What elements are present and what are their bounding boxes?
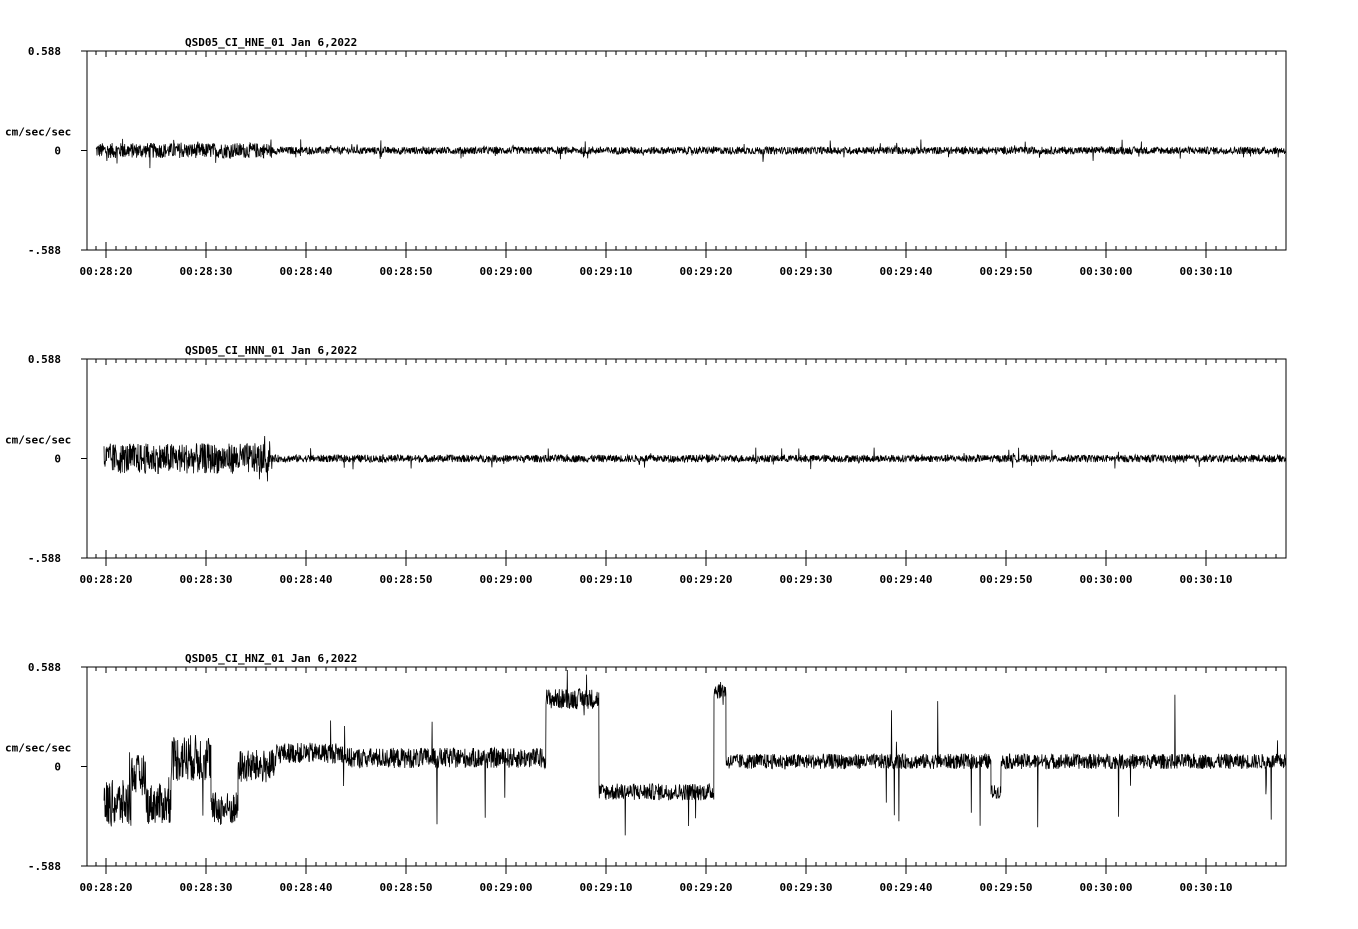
x-tick-label: 00:30:00 — [1080, 881, 1133, 894]
x-tick-label: 00:29:00 — [480, 573, 533, 586]
x-tick-label: 00:28:30 — [180, 265, 233, 278]
x-tick-label: 00:29:10 — [580, 573, 633, 586]
seismogram-panel-1: QSD05_CI_HNE_01 Jan 6,2022 cm/sec/sec 0.58… — [5, 36, 1287, 278]
waveform-trace — [103, 669, 1287, 836]
y-tick-label: 0 — [54, 145, 61, 158]
x-tick-label: 00:29:20 — [680, 265, 733, 278]
x-tick-label: 00:29:40 — [880, 881, 933, 894]
y-tick-label: 0.588 — [28, 45, 61, 58]
channel-title: QSD05_CI_HNN_01 Jan 6,2022 — [185, 344, 357, 357]
seismogram-panel-2: QSD05_CI_HNN_01 Jan 6,2022 cm/sec/sec 0.58… — [5, 344, 1287, 586]
x-tick-label: 00:28:50 — [380, 881, 433, 894]
x-tick-label: 00:28:40 — [280, 573, 333, 586]
x-tick-label: 00:28:20 — [80, 881, 133, 894]
x-tick-label: 00:28:30 — [180, 881, 233, 894]
x-tick-label: 00:29:30 — [780, 265, 833, 278]
x-tick-label: 00:29:00 — [480, 265, 533, 278]
x-tick-label: 00:28:20 — [80, 573, 133, 586]
x-tick-label: 00:28:40 — [280, 881, 333, 894]
x-tick-label: 00:30:00 — [1080, 265, 1133, 278]
x-tick-label: 00:29:40 — [880, 265, 933, 278]
x-tick-label: 00:29:30 — [780, 573, 833, 586]
y-axis-label: cm/sec/sec — [5, 126, 71, 139]
x-tick-label: 00:29:50 — [980, 881, 1033, 894]
x-tick-label: 00:29:40 — [880, 573, 933, 586]
x-tick-label: 00:30:10 — [1180, 881, 1233, 894]
x-tick-label: 00:29:50 — [980, 265, 1033, 278]
seismogram-panel-3: QSD05_CI_HNZ_01 Jan 6,2022 cm/sec/sec 0.58… — [5, 652, 1287, 894]
x-tick-label: 00:29:50 — [980, 573, 1033, 586]
y-axis-label: cm/sec/sec — [5, 434, 71, 447]
y-tick-label: 0.588 — [28, 353, 61, 366]
x-tick-label: 00:30:00 — [1080, 573, 1133, 586]
x-tick-label: 00:30:10 — [1180, 573, 1233, 586]
y-tick-label: -.588 — [28, 552, 61, 565]
x-tick-label: 00:28:30 — [180, 573, 233, 586]
x-tick-label: 00:29:10 — [580, 265, 633, 278]
x-tick-label: 00:29:20 — [680, 573, 733, 586]
x-tick-label: 00:29:20 — [680, 881, 733, 894]
y-tick-label: 0 — [54, 453, 61, 466]
waveform-trace — [103, 435, 1287, 482]
x-tick-label: 00:29:30 — [780, 881, 833, 894]
x-tick-label: 00:30:10 — [1180, 265, 1233, 278]
seismogram-canvas: QSD05_CI_HNE_01 Jan 6,2022 cm/sec/sec 0.58… — [5, 36, 1287, 894]
y-axis-label: cm/sec/sec — [5, 742, 71, 755]
y-tick-label: 0.588 — [28, 661, 61, 674]
waveform-trace — [95, 138, 1287, 169]
x-tick-label: 00:29:00 — [480, 881, 533, 894]
channel-title: QSD05_CI_HNE_01 Jan 6,2022 — [185, 36, 357, 49]
x-tick-label: 00:28:50 — [380, 573, 433, 586]
channel-title: QSD05_CI_HNZ_01 Jan 6,2022 — [185, 652, 357, 665]
x-tick-label: 00:29:10 — [580, 881, 633, 894]
x-tick-label: 00:28:50 — [380, 265, 433, 278]
y-tick-label: -.588 — [28, 860, 61, 873]
x-tick-label: 00:28:40 — [280, 265, 333, 278]
y-tick-label: -.588 — [28, 244, 61, 257]
x-tick-label: 00:28:20 — [80, 265, 133, 278]
y-tick-label: 0 — [54, 761, 61, 774]
plot-frame — [86, 666, 1287, 867]
